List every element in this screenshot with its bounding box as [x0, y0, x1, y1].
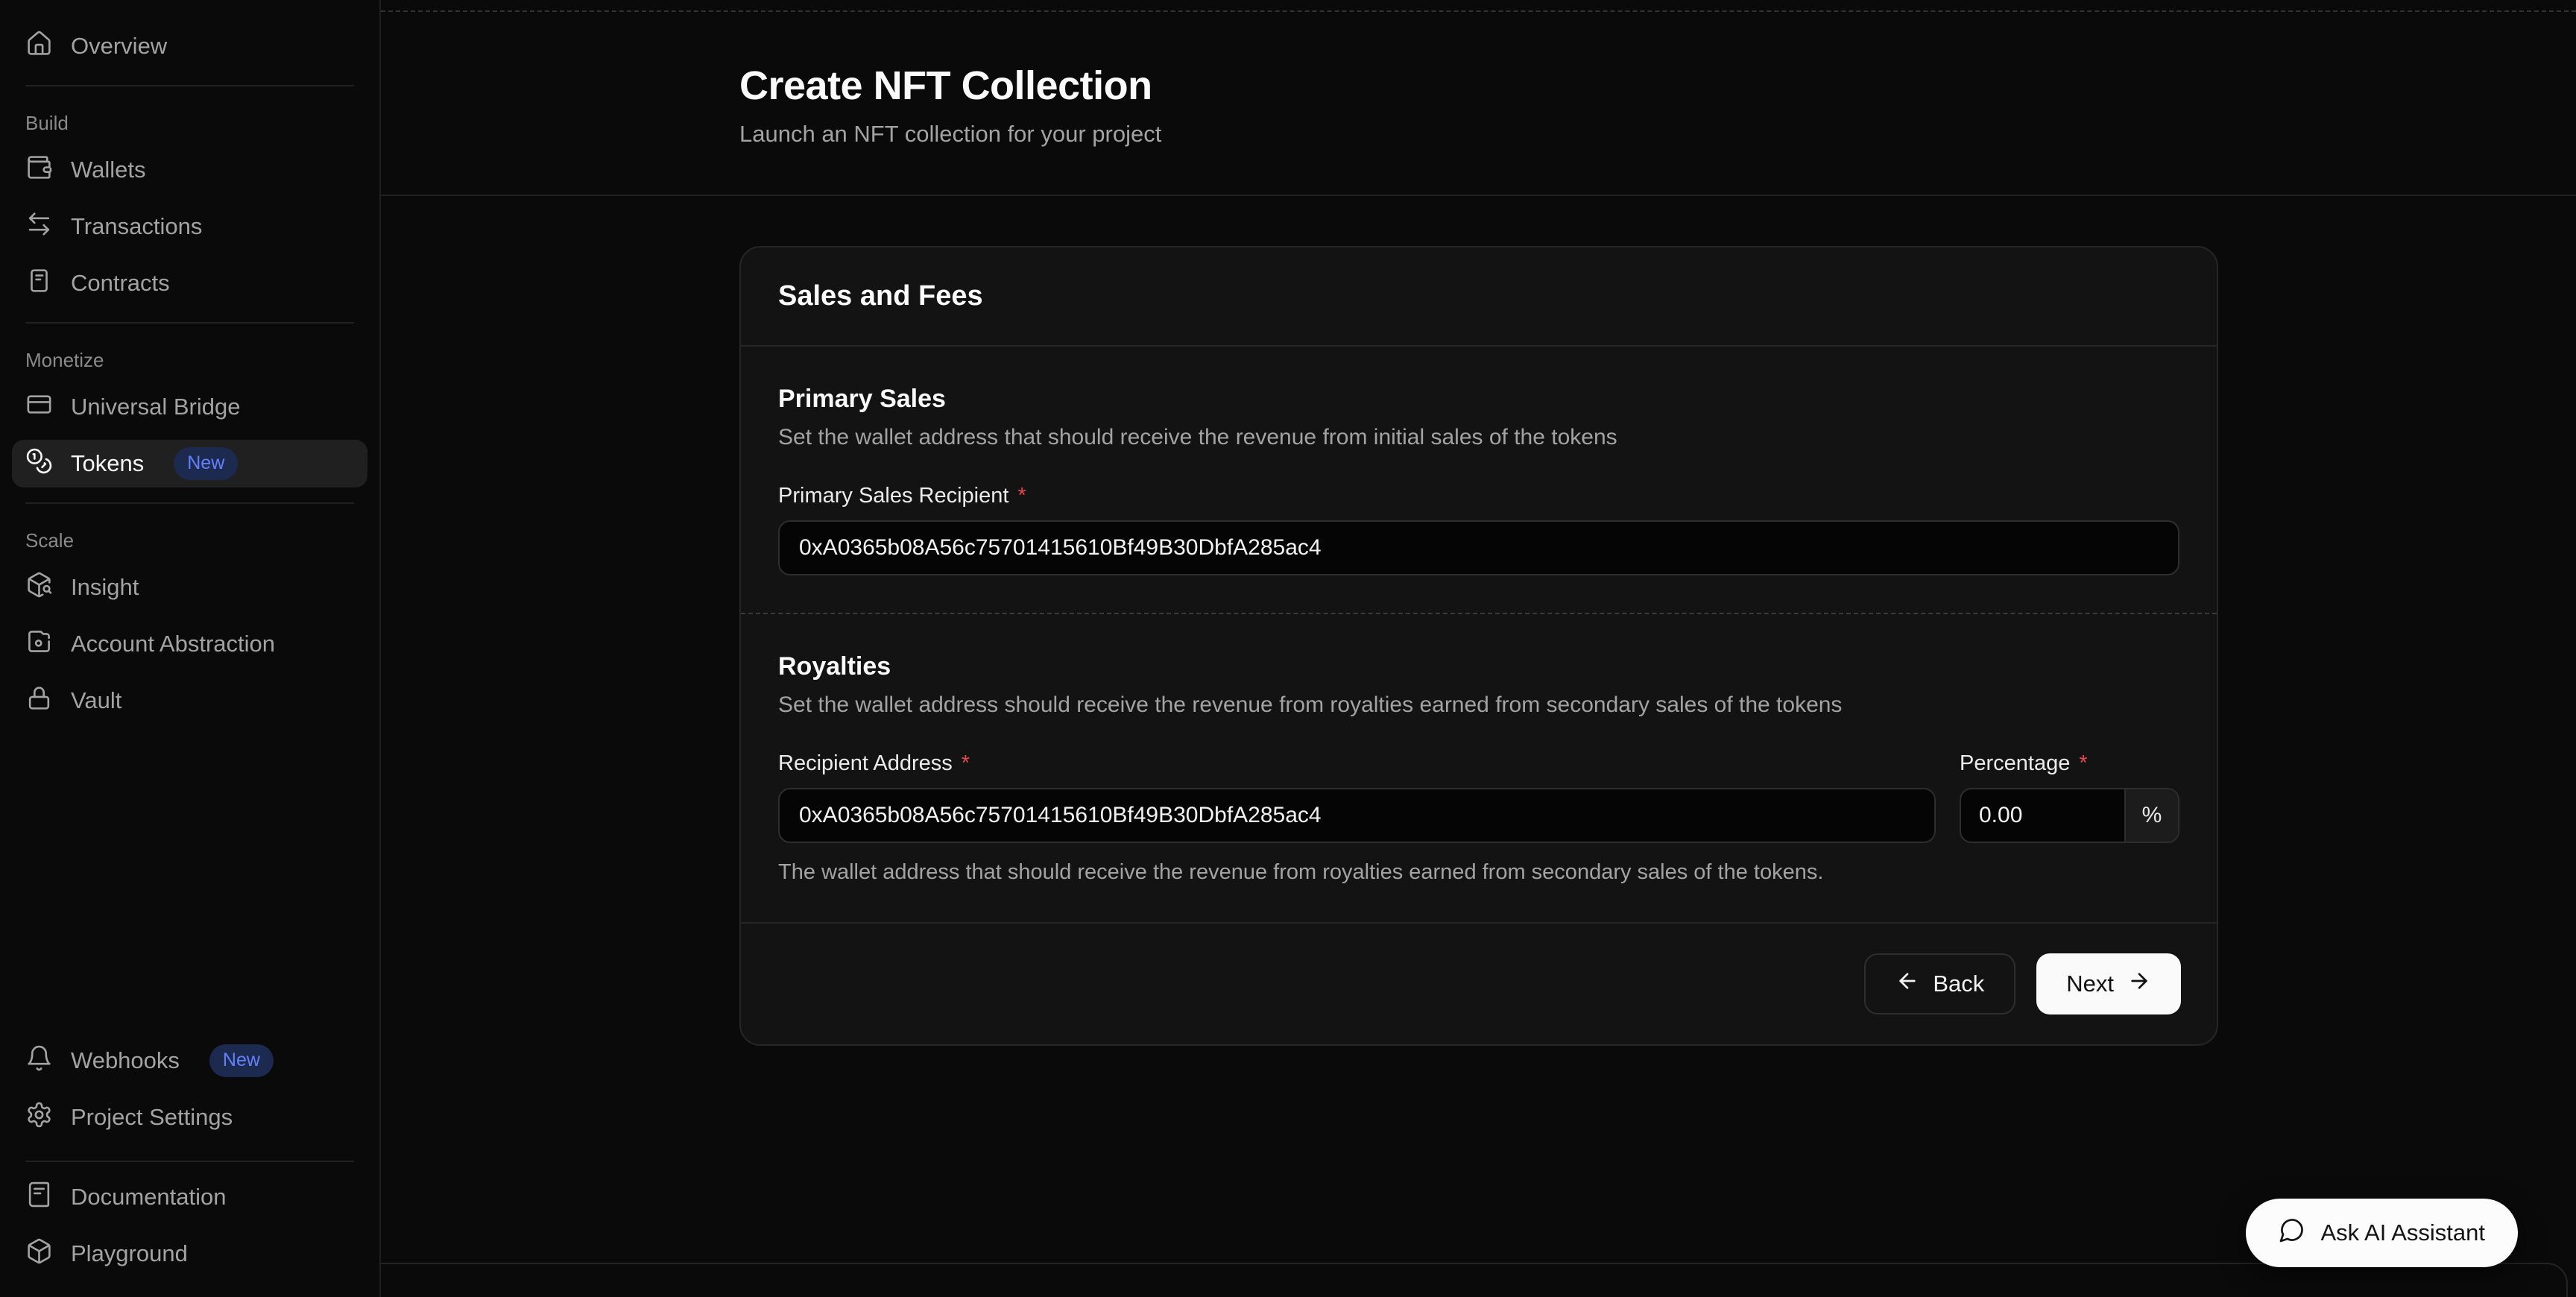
royalty-percentage-input[interactable] — [1961, 789, 2124, 842]
credit-card-icon — [25, 391, 53, 424]
bottom-panel-border — [381, 1263, 2568, 1297]
sidebar-divider — [25, 502, 354, 504]
main-content: Create NFT Collection Launch an NFT coll… — [381, 0, 2576, 1297]
primary-sales-recipient-label: Primary Sales Recipient * — [778, 484, 2179, 508]
sidebar-item-wallets[interactable]: Wallets — [12, 146, 367, 194]
sidebar-item-label: Tokens — [71, 450, 144, 477]
sidebar-group-label-build: Build — [12, 112, 367, 135]
sidebar-item-project-settings[interactable]: Project Settings — [12, 1094, 367, 1141]
sidebar-item-label: Account Abstraction — [71, 631, 275, 657]
sidebar-item-label: Playground — [71, 1240, 188, 1267]
royalty-recipient-column: Recipient Address * The wallet address t… — [778, 751, 1936, 885]
card-footer: Back Next — [741, 922, 2217, 1044]
chat-bubble-icon — [2279, 1216, 2305, 1249]
sidebar-item-contracts[interactable]: Contracts — [12, 259, 367, 307]
sidebar-item-playground[interactable]: Playground — [12, 1230, 367, 1278]
arrow-left-icon — [1895, 969, 1919, 999]
card-header: Sales and Fees — [741, 247, 2217, 347]
royalties-heading: Royalties — [778, 651, 2179, 681]
sidebar-item-insight[interactable]: Insight — [12, 564, 367, 611]
sidebar-group-label-scale: Scale — [12, 529, 367, 552]
required-asterisk: * — [962, 751, 970, 776]
required-asterisk: * — [2079, 751, 2087, 776]
percent-suffix: % — [2124, 789, 2178, 842]
arrow-right-icon — [2127, 969, 2151, 999]
lock-icon — [25, 684, 53, 718]
app-root: Overview Build Wallets Transactions Cont… — [0, 0, 2576, 1297]
cube-icon — [25, 1237, 53, 1271]
sidebar-item-label: Transactions — [71, 213, 202, 240]
primary-sales-section: Primary Sales Set the wallet address tha… — [741, 347, 2217, 613]
sidebar-item-label: Project Settings — [71, 1104, 233, 1131]
page-title: Create NFT Collection — [739, 63, 2531, 109]
new-badge: New — [209, 1044, 274, 1077]
page-subtitle: Launch an NFT collection for your projec… — [739, 121, 2531, 148]
required-asterisk: * — [1017, 484, 1026, 508]
sidebar-item-label: Vault — [71, 687, 121, 714]
new-badge: New — [174, 447, 238, 480]
sidebar-item-label: Insight — [71, 574, 139, 601]
sidebar-divider — [25, 322, 354, 324]
sidebar-item-transactions[interactable]: Transactions — [12, 203, 367, 250]
sidebar-item-universal-bridge[interactable]: Universal Bridge — [12, 383, 367, 431]
dashed-top-border — [381, 10, 2576, 12]
percentage-input-group: % — [1960, 788, 2179, 843]
contract-document-icon — [25, 267, 53, 300]
sidebar-divider — [25, 1161, 354, 1162]
coins-icon — [25, 447, 53, 481]
sidebar-item-label: Webhooks — [71, 1047, 180, 1074]
sidebar-item-vault[interactable]: Vault — [12, 677, 367, 725]
sidebar-item-overview[interactable]: Overview — [12, 22, 367, 70]
arrows-left-right-icon — [25, 210, 53, 244]
royalties-section: Royalties Set the wallet address should … — [741, 613, 2217, 922]
royalty-recipient-label: Recipient Address * — [778, 751, 1936, 776]
sidebar-item-account-abstraction[interactable]: Account Abstraction — [12, 620, 367, 668]
page-header: Create NFT Collection Launch an NFT coll… — [381, 0, 2576, 196]
primary-sales-description: Set the wallet address that should recei… — [778, 424, 2179, 451]
sidebar-item-label: Contracts — [71, 270, 170, 297]
royalty-recipient-input[interactable] — [778, 788, 1936, 843]
gear-icon — [25, 1101, 53, 1135]
royalty-helper-text: The wallet address that should receive t… — [778, 859, 1936, 885]
content-area: Sales and Fees Primary Sales Set the wal… — [381, 196, 2576, 1046]
next-button[interactable]: Next — [2036, 953, 2181, 1014]
sidebar-divider — [25, 85, 354, 86]
sidebar-item-label: Universal Bridge — [71, 394, 240, 420]
sidebar-group-label-monetize: Monetize — [12, 349, 367, 372]
sidebar-spacer — [12, 725, 367, 1037]
package-search-icon — [25, 571, 53, 605]
back-button[interactable]: Back — [1864, 953, 2015, 1014]
sidebar-item-webhooks[interactable]: Webhooks New — [12, 1037, 367, 1085]
royalties-fields-row: Recipient Address * The wallet address t… — [778, 751, 2179, 885]
home-icon — [25, 30, 53, 63]
bell-icon — [25, 1044, 53, 1078]
book-icon — [25, 1181, 53, 1214]
royalties-description: Set the wallet address should receive th… — [778, 692, 2179, 719]
royalty-percentage-label: Percentage * — [1960, 751, 2179, 776]
primary-sales-recipient-input[interactable] — [778, 520, 2179, 575]
ask-ai-assistant-button[interactable]: Ask AI Assistant — [2246, 1199, 2518, 1267]
sidebar-item-tokens[interactable]: Tokens New — [12, 440, 367, 487]
sidebar-item-documentation[interactable]: Documentation — [12, 1173, 367, 1221]
sales-and-fees-card: Sales and Fees Primary Sales Set the wal… — [739, 246, 2218, 1046]
primary-sales-heading: Primary Sales — [778, 384, 2179, 414]
sidebar: Overview Build Wallets Transactions Cont… — [0, 0, 381, 1297]
royalty-percentage-column: Percentage * % — [1960, 751, 2179, 885]
card-title: Sales and Fees — [778, 280, 2179, 312]
sidebar-item-label: Wallets — [71, 157, 145, 183]
smart-account-icon — [25, 628, 53, 661]
sidebar-item-label: Documentation — [71, 1184, 227, 1211]
wallet-icon — [25, 154, 53, 187]
sidebar-item-label: Overview — [71, 33, 167, 60]
